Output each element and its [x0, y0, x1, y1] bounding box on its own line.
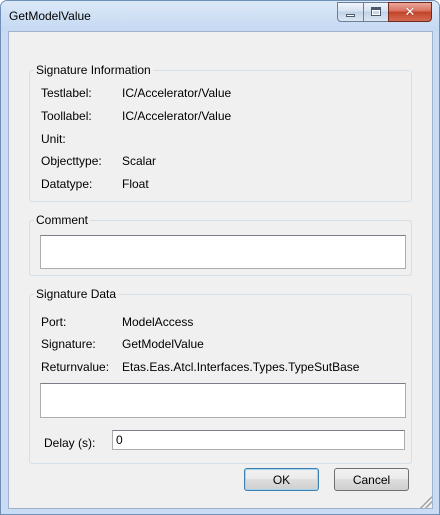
objecttype-label: Objecttype: [41, 154, 102, 168]
testlabel-value: IC/Accelerator/Value [122, 86, 232, 100]
unit-label: Unit: [41, 132, 66, 146]
minimize-icon [346, 14, 355, 17]
returnvalue-label: Returnvalue: [41, 360, 110, 374]
datatype-value: Float [122, 177, 149, 191]
delay-input[interactable] [113, 431, 404, 449]
testlabel-label: Testlabel: [41, 86, 92, 100]
signature-information-legend: Signature Information [36, 63, 151, 77]
comment-input[interactable] [41, 236, 405, 268]
dialog-client-area: Signature Information Testlabel: IC/Acce… [8, 31, 433, 509]
toollabel-value: IC/Accelerator/Value [122, 109, 232, 123]
return-value-textbox [40, 383, 406, 418]
maximize-icon [371, 7, 381, 16]
comment-legend: Comment [36, 213, 89, 227]
caption-buttons: ✕ [337, 2, 432, 22]
datatype-label: Datatype: [41, 177, 93, 191]
resize-grip[interactable] [420, 496, 432, 508]
comment-textbox [40, 235, 406, 269]
signature-data-legend: Signature Data [36, 287, 117, 301]
signature-value: GetModelValue [122, 337, 204, 351]
cancel-button[interactable]: Cancel [334, 468, 409, 491]
title-bar[interactable]: GetModelValue ✕ [1, 1, 439, 31]
objecttype-value: Scalar [122, 154, 157, 168]
toollabel-label: Toollabel: [41, 109, 92, 123]
signature-label: Signature: [41, 337, 96, 351]
returnvalue-value: Etas.Eas.Atcl.Interfaces.Types.TypeSutBa… [122, 360, 360, 374]
port-label: Port: [41, 315, 67, 329]
return-value-input[interactable] [41, 384, 405, 417]
window-title: GetModelValue [9, 9, 91, 23]
close-button[interactable]: ✕ [388, 2, 432, 22]
delay-textbox [112, 430, 405, 450]
ok-button[interactable]: OK [244, 468, 319, 491]
delay-label: Delay (s): [44, 436, 96, 450]
dialog-window: GetModelValue ✕ Signature Information Te… [0, 0, 440, 515]
close-icon: ✕ [404, 4, 416, 19]
minimize-button[interactable] [337, 2, 363, 22]
maximize-button[interactable] [363, 2, 388, 22]
port-value: ModelAccess [122, 315, 194, 329]
